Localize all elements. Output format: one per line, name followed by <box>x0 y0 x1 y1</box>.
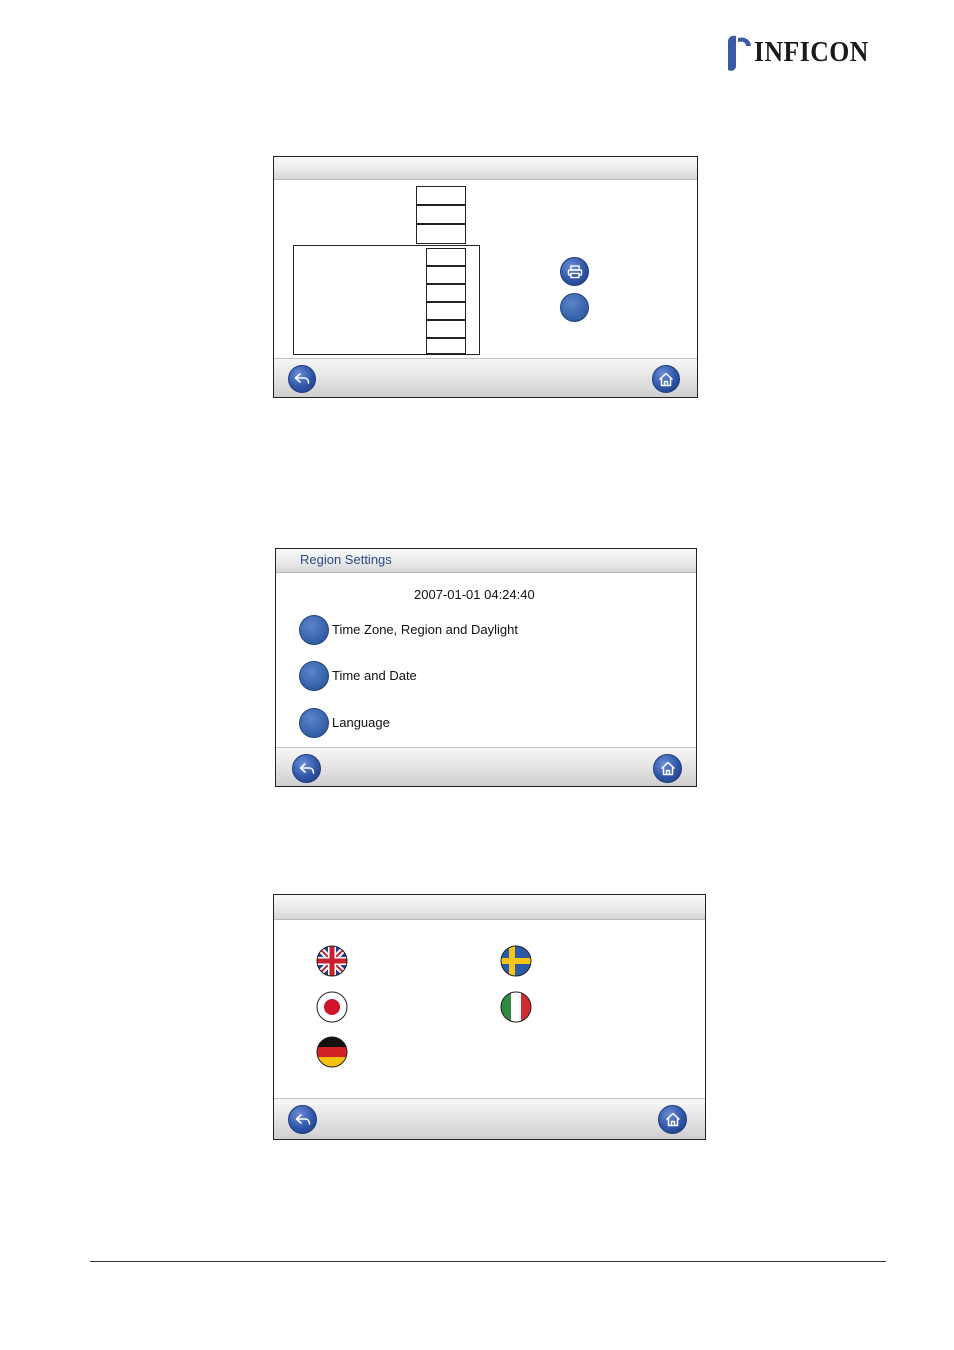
time-zone-region-daylight-button[interactable] <box>299 615 329 645</box>
language-label[interactable]: Language <box>332 715 390 730</box>
sweden-flag-icon[interactable] <box>500 945 532 977</box>
germany-flag-icon[interactable] <box>316 1036 348 1068</box>
back-arrow-icon <box>295 1113 310 1125</box>
inficon-logo: INFICON <box>718 34 888 72</box>
screen-2-region-settings: Region Settings 2007-01-01 04:24:40 Time… <box>275 548 697 787</box>
current-datetime: 2007-01-01 04:24:40 <box>414 587 535 602</box>
screen-1 <box>273 156 698 398</box>
time-and-date-label[interactable]: Time and Date <box>332 668 417 683</box>
page-footer-rule <box>90 1261 886 1262</box>
language-button[interactable] <box>299 708 329 738</box>
screen-3-footer <box>274 1098 705 1139</box>
value-cell[interactable] <box>426 320 466 338</box>
back-arrow-icon <box>299 762 314 774</box>
value-cell[interactable] <box>416 186 466 205</box>
screen-1-titlebar <box>274 157 697 180</box>
italy-flag-icon[interactable] <box>500 991 532 1023</box>
print-button[interactable] <box>560 257 589 286</box>
value-cell[interactable] <box>426 284 466 302</box>
value-cell[interactable] <box>416 205 466 224</box>
value-cell[interactable] <box>426 266 466 284</box>
home-button[interactable] <box>652 365 680 393</box>
home-icon <box>660 761 675 776</box>
value-cell[interactable] <box>426 302 466 320</box>
uk-flag-icon[interactable] <box>316 945 348 977</box>
time-and-date-button[interactable] <box>299 661 329 691</box>
screen-2-footer <box>276 747 696 786</box>
value-cell[interactable] <box>426 248 466 266</box>
back-button[interactable] <box>292 754 321 783</box>
inficon-logo-mark-icon <box>728 35 751 71</box>
round-option-button[interactable] <box>560 293 589 322</box>
home-icon <box>665 1112 680 1127</box>
brand-name: INFICON <box>754 37 869 68</box>
screen-2-titlebar: Region Settings <box>276 549 696 573</box>
value-cell[interactable] <box>426 338 466 354</box>
screen-title: Region Settings <box>300 552 392 567</box>
screen-3-titlebar <box>274 895 705 920</box>
screen-3-language <box>273 894 706 1140</box>
japan-flag-icon[interactable] <box>316 991 348 1023</box>
screen-1-footer <box>274 358 697 397</box>
home-icon <box>658 372 674 386</box>
back-button[interactable] <box>288 365 316 393</box>
back-button[interactable] <box>288 1105 317 1134</box>
value-cell[interactable] <box>416 224 466 244</box>
home-button[interactable] <box>658 1105 687 1134</box>
back-arrow-icon <box>294 373 310 384</box>
time-zone-region-daylight-label[interactable]: Time Zone, Region and Daylight <box>332 622 518 637</box>
printer-icon <box>567 264 582 278</box>
home-button[interactable] <box>653 754 682 783</box>
